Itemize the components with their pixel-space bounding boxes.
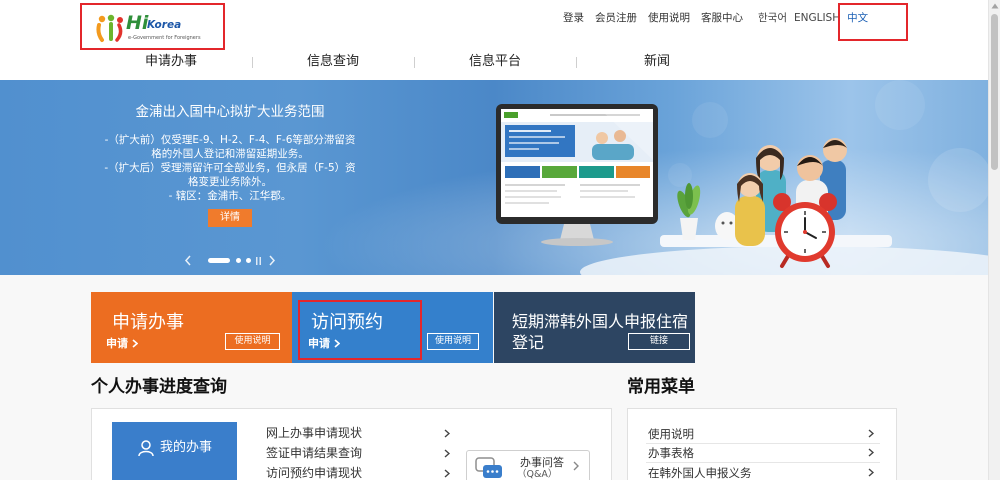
chevron-right-icon[interactable] <box>868 468 874 477</box>
my-work-label: 我的办事 <box>160 440 213 455</box>
login-link[interactable]: 登录 <box>563 11 584 25</box>
service-card-accommodation-report[interactable]: 短期滞韩外国人申报住宿登记 链接 <box>494 292 695 363</box>
annotation-box-language <box>838 3 908 41</box>
banner-text: -（扩大前）仅受理E-9、H-2、F-4、F-6等部分滞留资格的外国人登记和滞留… <box>102 133 358 203</box>
common-menu-heading: 常用菜单 <box>627 377 695 397</box>
banner-paragraph: - 辖区：金浦市、江华郡。 <box>168 190 292 202</box>
top-utility-links: 登录 会员注册 使用说明 客服中心 <box>563 11 743 25</box>
register-link[interactable]: 会员注册 <box>595 11 637 25</box>
apply-link[interactable]: 申请 <box>106 337 138 350</box>
chevron-right-icon[interactable] <box>268 255 276 266</box>
page-scrollbar[interactable] <box>988 0 1000 480</box>
chevron-right-icon <box>573 461 579 471</box>
chevron-right-icon[interactable] <box>868 429 874 438</box>
link-button[interactable]: 链接 <box>628 333 690 350</box>
usage-guide-link[interactable]: 使用说明 <box>648 11 690 25</box>
hero-banner: 金浦出入国中心拟扩大业务范围 -（扩大前）仅受理E-9、H-2、F-4、F-6等… <box>0 80 988 275</box>
my-work-button[interactable]: 我的办事 <box>112 422 237 480</box>
chevron-left-icon[interactable] <box>184 255 192 266</box>
card-title: 申请办事 <box>112 312 184 333</box>
slide-indicator[interactable] <box>246 258 251 263</box>
main-nav: 申请办事 信息查询 信息平台 新闻 <box>90 53 738 71</box>
chevron-right-icon[interactable] <box>444 429 450 438</box>
banner-title: 金浦出入国中心拟扩大业务范围 <box>135 104 325 120</box>
menu-forms[interactable]: 办事表格 <box>648 446 694 460</box>
pause-icon[interactable] <box>255 257 262 265</box>
lang-korean[interactable]: 한국어 <box>758 11 787 25</box>
banner-illustration <box>496 80 988 275</box>
slide-indicator[interactable] <box>236 258 241 263</box>
chevron-right-icon[interactable] <box>444 469 450 478</box>
menu-divider <box>646 443 880 444</box>
annotation-box-logo <box>80 3 225 50</box>
qa-sublabel: （Q&A） <box>517 469 558 480</box>
nav-apply[interactable]: 申请办事 <box>90 53 252 71</box>
banner-paragraph: -（扩大前）仅受理E-9、H-2、F-4、F-6等部分滞留资格的外国人登记和滞留… <box>104 134 356 160</box>
progress-section-heading: 个人办事进度查询 <box>91 377 227 397</box>
qa-button[interactable]: 办事问答 （Q&A） <box>466 450 590 480</box>
chevron-right-icon[interactable] <box>444 449 450 458</box>
menu-foreigner-reporting-duty[interactable]: 在韩外国人申报义务 <box>648 466 752 480</box>
online-application-status-link[interactable]: 网上办事申请现状 <box>266 426 362 440</box>
apply-link-label: 申请 <box>106 337 128 350</box>
scroll-up-arrow-icon[interactable] <box>991 3 999 9</box>
visa-result-link[interactable]: 签证申请结果查询 <box>266 446 362 460</box>
menu-divider <box>646 462 880 463</box>
nav-news[interactable]: 新闻 <box>576 53 738 71</box>
person-icon <box>138 440 154 457</box>
slide-indicator-active[interactable] <box>208 258 230 263</box>
nav-info-platform[interactable]: 信息平台 <box>414 53 576 71</box>
customer-center-link[interactable]: 客服中心 <box>701 11 743 25</box>
usage-guide-button[interactable]: 使用说明 <box>225 333 280 350</box>
usage-guide-button[interactable]: 使用说明 <box>427 333 479 350</box>
scrollbar-thumb[interactable] <box>991 14 998 170</box>
service-card-apply[interactable]: 申请办事 申请 使用说明 <box>91 292 292 363</box>
chevron-right-icon <box>132 339 138 348</box>
chat-bubbles-icon <box>475 457 502 478</box>
qa-label: 办事问答 <box>520 456 564 469</box>
annotation-box-visit-reservation <box>298 300 422 360</box>
menu-usage-guide[interactable]: 使用说明 <box>648 427 694 441</box>
banner-paragraph: -（扩大后）受理滞留许可全部业务，但永居（F-5）资格变更业务除外。 <box>104 162 356 188</box>
nav-info-search[interactable]: 信息查询 <box>252 53 414 71</box>
visit-reservation-status-link[interactable]: 访问预约申请现状 <box>266 466 362 480</box>
banner-detail-button[interactable]: 详情 <box>208 209 252 227</box>
chevron-right-icon[interactable] <box>868 448 874 457</box>
lang-english[interactable]: ENGLISH <box>794 11 840 25</box>
